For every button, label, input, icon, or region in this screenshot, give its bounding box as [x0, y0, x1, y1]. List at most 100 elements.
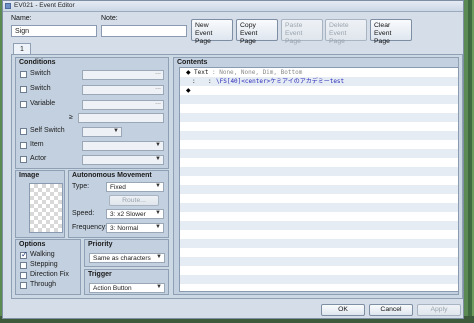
list-row: [180, 221, 458, 230]
list-row: [180, 158, 458, 167]
contents-title: Contents: [177, 59, 208, 66]
name-field[interactable]: Sign: [11, 25, 97, 37]
contents-list[interactable]: ◆ Text : None, None, Dim, Bottom : : \FS…: [179, 67, 459, 292]
options-panel: Options Walking Stepping Direction Fix T…: [15, 239, 81, 295]
stepping-checkbox[interactable]: [20, 262, 27, 269]
window-icon: [5, 3, 11, 9]
list-row: [180, 230, 458, 239]
switch1-label: Switch: [30, 70, 51, 77]
name-label: Name:: [11, 15, 32, 22]
diamond-icon: ◆: [186, 88, 191, 94]
item-select[interactable]: ▼: [82, 141, 164, 151]
walking-checkbox[interactable]: [20, 250, 28, 259]
list-row: [180, 131, 458, 140]
copy-event-page-button[interactable]: Copy Event Page: [236, 19, 278, 45]
list-item[interactable]: ◆: [180, 86, 458, 95]
switch2-select[interactable]: ...: [82, 84, 164, 95]
self-switch-label: Self Switch: [30, 127, 65, 134]
chevron-down-icon: ▼: [155, 156, 161, 162]
item-checkbox[interactable]: [20, 142, 27, 149]
list-row: [180, 275, 458, 284]
autonomous-title: Autonomous Movement: [72, 172, 152, 179]
chevron-down-icon: ▼: [155, 210, 161, 216]
diamond-icon: ◆: [186, 70, 191, 76]
event-editor-window: EV021 - Event Editor Name: Sign Note: Ne…: [2, 0, 464, 319]
variable-value-field[interactable]: [78, 113, 164, 123]
list-row: [180, 167, 458, 176]
list-row: [180, 266, 458, 275]
command-params: : None, None, Dim, Bottom: [212, 69, 303, 76]
clear-event-page-button[interactable]: Clear Event Page: [370, 19, 412, 45]
variable-checkbox[interactable]: [20, 101, 27, 108]
actor-label: Actor: [30, 155, 47, 162]
chevron-down-icon: ▼: [155, 142, 161, 148]
variable-label: Variable: [30, 100, 56, 107]
list-row: [180, 149, 458, 158]
speed-label: Speed:: [72, 210, 95, 217]
list-item[interactable]: ◆ Text : None, None, Dim, Bottom: [180, 68, 458, 77]
self-switch-select[interactable]: ▼: [82, 127, 122, 137]
switch2-label: Switch: [30, 85, 51, 92]
type-label: Type:: [72, 183, 90, 190]
list-row: [180, 122, 458, 131]
paste-event-page-button[interactable]: Paste Event Page: [281, 19, 323, 45]
command-name: Text: [194, 69, 209, 76]
route-button[interactable]: Route...: [109, 195, 159, 206]
speed-select[interactable]: 3: x2 Slower ▼: [106, 209, 164, 219]
chevron-down-icon: ▼: [113, 128, 119, 134]
chevron-down-icon: ▼: [155, 183, 161, 189]
note-field[interactable]: [101, 25, 187, 37]
stepping-label: Stepping: [30, 261, 58, 268]
list-row: [180, 185, 458, 194]
cancel-button[interactable]: Cancel: [369, 304, 413, 316]
list-row: [180, 248, 458, 257]
note-label: Note:: [101, 15, 118, 22]
priority-title: Priority: [88, 241, 113, 248]
list-row: [180, 140, 458, 149]
title-bar: EV021 - Event Editor: [3, 1, 463, 12]
trigger-panel: Trigger Action Button ▼: [84, 269, 169, 295]
variable-select[interactable]: ...: [82, 99, 164, 110]
chevron-down-icon: ▼: [156, 284, 162, 290]
delete-event-page-button[interactable]: Delete Event Page: [325, 19, 367, 45]
list-row: [180, 212, 458, 221]
priority-panel: Priority Same as characters ▼: [84, 239, 169, 267]
frequency-select[interactable]: 3: Normal ▼: [106, 223, 164, 233]
list-row: [180, 239, 458, 248]
conditions-panel: Conditions Switch ... Switch ... Variabl…: [15, 57, 169, 169]
trigger-select[interactable]: Action Button ▼: [89, 283, 165, 293]
options-title: Options: [19, 241, 46, 248]
ok-button[interactable]: OK: [321, 304, 365, 316]
list-item[interactable]: : : \FS[40]<center>ケミアイのアカデミーtest: [180, 77, 458, 86]
image-preview[interactable]: [29, 183, 63, 233]
switch1-checkbox[interactable]: [20, 71, 27, 78]
switch2-checkbox[interactable]: [20, 86, 27, 93]
list-row: [180, 257, 458, 266]
list-row: [180, 284, 458, 291]
new-event-page-button[interactable]: New Event Page: [191, 19, 233, 45]
list-row: [180, 104, 458, 113]
frequency-label: Frequency:: [72, 224, 108, 231]
list-row: [180, 113, 458, 122]
through-checkbox[interactable]: [20, 282, 27, 289]
conditions-title: Conditions: [19, 59, 56, 66]
message-text: \FS[40]<center>ケミアイのアカデミーtest: [216, 78, 345, 85]
image-title: Image: [19, 172, 40, 179]
item-label: Item: [30, 141, 44, 148]
trigger-title: Trigger: [88, 271, 112, 278]
window-title: EV021 - Event Editor: [14, 2, 75, 9]
type-select[interactable]: Fixed ▼: [106, 182, 164, 192]
switch1-select[interactable]: ...: [82, 69, 164, 80]
chevron-down-icon: ▼: [156, 254, 162, 260]
self-switch-checkbox[interactable]: [20, 128, 27, 135]
list-row: [180, 95, 458, 104]
priority-select[interactable]: Same as characters ▼: [89, 253, 165, 263]
list-row: [180, 194, 458, 203]
list-row: [180, 176, 458, 185]
direction-fix-checkbox[interactable]: [20, 272, 27, 279]
list-row: [180, 203, 458, 212]
actor-checkbox[interactable]: [20, 156, 27, 163]
apply-button[interactable]: Apply: [417, 304, 461, 316]
through-label: Through: [30, 281, 57, 288]
actor-select[interactable]: ▼: [82, 155, 164, 165]
